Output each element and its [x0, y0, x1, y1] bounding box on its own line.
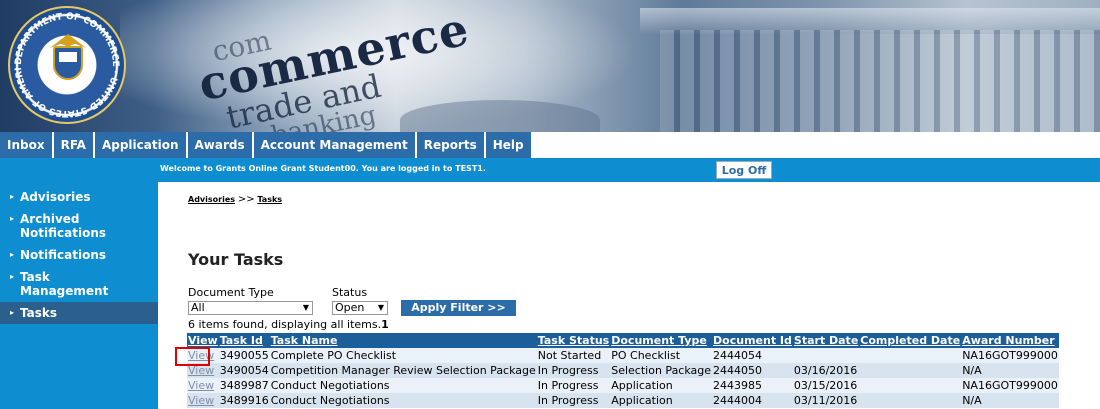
- sidebar-item-label: Archived Notifications: [20, 212, 107, 240]
- page-title: Your Tasks: [188, 250, 284, 269]
- completed-date: [859, 378, 962, 393]
- sidebar-item-label: Notifications: [20, 248, 107, 262]
- document-type: Selection Package: [610, 363, 713, 378]
- sidebar: ▸ Advisories ▸ Archived Notifications ▸ …: [0, 182, 158, 409]
- completed-date: [859, 393, 962, 408]
- start-date: 03/11/2016: [792, 393, 860, 408]
- task-name: Conduct Negotiations: [269, 393, 537, 408]
- award-number: N/A: [961, 393, 1059, 408]
- award-number: NA16GOT999000: [961, 348, 1059, 363]
- view-link[interactable]: View: [187, 378, 219, 393]
- caret-right-icon: ▸: [10, 250, 15, 259]
- document-id: 2444050: [712, 363, 793, 378]
- document-type-label: Document Type: [188, 286, 274, 299]
- task-name: Conduct Negotiations: [269, 378, 537, 393]
- status-value: Open: [335, 301, 365, 314]
- status-select[interactable]: Open ▼: [332, 301, 388, 315]
- column-header-start-date[interactable]: Start Date: [792, 333, 860, 348]
- breadcrumb-link-advisories[interactable]: Advisories: [188, 195, 235, 204]
- task-status: In Progress: [536, 393, 611, 408]
- results-page-number[interactable]: 1: [381, 318, 389, 331]
- department-seal-logo: DEPARTMENT OF COMMERCE · UNITED STATES O…: [8, 6, 126, 124]
- sidebar-item-label: Task Management: [20, 270, 109, 298]
- sidebar-item-task-management[interactable]: ▸ Task Management: [0, 266, 158, 302]
- tab-rfa[interactable]: RFA: [53, 132, 93, 158]
- tab-inbox[interactable]: Inbox: [0, 132, 52, 158]
- document-id: 2443985: [712, 378, 793, 393]
- chevron-down-icon: ▼: [377, 303, 384, 312]
- sidebar-item-label: Advisories: [20, 190, 91, 204]
- column-header-document-type[interactable]: Document Type: [610, 333, 713, 348]
- tasks-table: View Task Id Task Name Task Status Docum…: [187, 333, 1059, 408]
- task-status: Not Started: [536, 348, 611, 363]
- sidebar-item-label: Tasks: [20, 306, 58, 320]
- document-type-select[interactable]: All ▼: [188, 301, 313, 315]
- log-off-button[interactable]: Log Off: [716, 161, 772, 179]
- task-id: 3489987: [218, 378, 270, 393]
- column-header-task-id[interactable]: Task Id: [218, 333, 270, 348]
- table-row: View 3490055 Complete PO Checklist Not S…: [187, 348, 1059, 363]
- status-label: Status: [332, 286, 368, 299]
- start-date: 03/16/2016: [792, 363, 860, 378]
- column-header-completed-date[interactable]: Completed Date: [859, 333, 962, 348]
- document-id: 2444004: [712, 393, 793, 408]
- results-summary-text: 6 items found, displaying all items.: [188, 318, 382, 331]
- task-status: In Progress: [536, 378, 611, 393]
- column-header-task-name[interactable]: Task Name: [269, 333, 537, 348]
- table-row: View 3489916 Conduct Negotiations In Pro…: [187, 393, 1059, 408]
- start-date: 03/15/2016: [792, 378, 860, 393]
- tab-awards[interactable]: Awards: [187, 132, 252, 158]
- caret-right-icon: ▸: [10, 192, 15, 201]
- sidebar-item-tasks[interactable]: ▸ Tasks: [0, 302, 158, 324]
- caret-right-icon: ▸: [10, 214, 15, 223]
- award-number: NA16GOT999000: [961, 378, 1059, 393]
- task-status: In Progress: [536, 363, 611, 378]
- start-date: [792, 348, 860, 363]
- chevron-down-icon: ▼: [302, 303, 309, 312]
- document-type: PO Checklist: [610, 348, 713, 363]
- column-header-award-number[interactable]: Award Number: [961, 333, 1059, 348]
- completed-date: [859, 348, 962, 363]
- sidebar-item-advisories[interactable]: ▸ Advisories: [0, 186, 158, 208]
- banner-building: [660, 30, 1100, 132]
- column-header-view[interactable]: View: [187, 333, 219, 348]
- document-type: Application: [610, 393, 713, 408]
- task-id: 3489916: [218, 393, 270, 408]
- table-row: View 3489987 Conduct Negotiations In Pro…: [187, 378, 1059, 393]
- task-name: Competition Manager Review Selection Pac…: [269, 363, 537, 378]
- welcome-bar: Welcome to Grants Online Grant Student00…: [0, 158, 1100, 182]
- results-summary: 6 items found, displaying all items.1: [188, 318, 389, 331]
- apply-filter-button[interactable]: Apply Filter >>: [401, 300, 516, 316]
- main-nav: Inbox RFA Application Awards Account Man…: [0, 132, 1100, 158]
- table-header-row: View Task Id Task Name Task Status Docum…: [187, 333, 1059, 348]
- column-header-task-status[interactable]: Task Status: [536, 333, 611, 348]
- column-header-document-id[interactable]: Document Id: [712, 333, 793, 348]
- caret-right-icon: ▸: [10, 272, 15, 281]
- breadcrumb: Advisories >> Tasks: [188, 194, 282, 205]
- breadcrumb-separator: >>: [237, 194, 255, 205]
- view-link[interactable]: View: [187, 393, 219, 408]
- task-id: 3490054: [218, 363, 270, 378]
- header-banner: DEPARTMENT OF COMMERCE · UNITED STATES O…: [0, 0, 1100, 132]
- tab-help[interactable]: Help: [485, 132, 531, 158]
- sidebar-item-archived-notifications[interactable]: ▸ Archived Notifications: [0, 208, 158, 244]
- ship-icon: [59, 52, 77, 62]
- highlight-box: [175, 347, 210, 366]
- welcome-message: Welcome to Grants Online Grant Student00…: [160, 164, 486, 173]
- table-row: View 3490054 Competition Manager Review …: [187, 363, 1059, 378]
- task-id: 3490055: [218, 348, 270, 363]
- tab-application[interactable]: Application: [94, 132, 186, 158]
- breadcrumb-link-tasks[interactable]: Tasks: [257, 195, 282, 204]
- award-number: N/A: [961, 363, 1059, 378]
- document-type-value: All: [191, 301, 205, 314]
- caret-right-icon: ▸: [10, 308, 15, 317]
- document-type: Application: [610, 378, 713, 393]
- document-id: 2444054: [712, 348, 793, 363]
- task-name: Complete PO Checklist: [269, 348, 537, 363]
- tab-reports[interactable]: Reports: [416, 132, 484, 158]
- main-content: Advisories >> Tasks Your Tasks Document …: [158, 182, 1100, 409]
- tab-account-management[interactable]: Account Management: [253, 132, 415, 158]
- sidebar-item-notifications[interactable]: ▸ Notifications: [0, 244, 158, 266]
- completed-date: [859, 363, 962, 378]
